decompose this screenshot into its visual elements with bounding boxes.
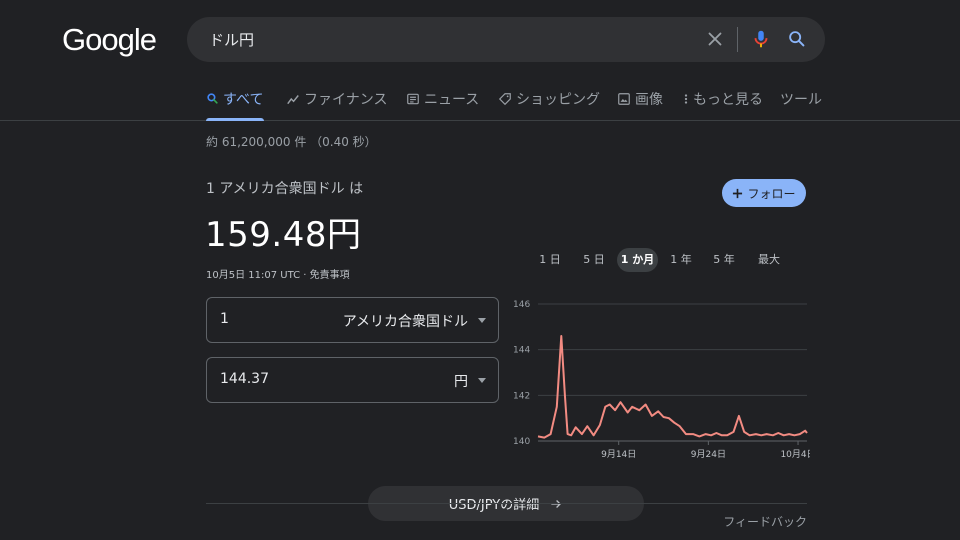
- range-1m[interactable]: 1 か月: [617, 248, 658, 272]
- image-icon: [618, 93, 630, 105]
- result-stats: 約 61,200,000 件 （0.40 秒）: [206, 135, 377, 149]
- search-input[interactable]: ドル円: [209, 29, 254, 50]
- tab-shopping[interactable]: ショッピング: [498, 89, 600, 121]
- tab-label: ニュース: [424, 92, 480, 108]
- conversion-label: 1 アメリカ合衆国ドル は: [206, 181, 364, 197]
- search-box[interactable]: ドル円: [187, 17, 825, 62]
- divider: [206, 503, 807, 504]
- search-divider: [737, 27, 738, 52]
- tab-tools[interactable]: ツール: [780, 89, 822, 121]
- from-amount-input[interactable]: 1: [220, 311, 229, 327]
- y-tick-label: 144: [513, 346, 530, 356]
- range-max[interactable]: 最大: [751, 248, 787, 272]
- google-logo[interactable]: Google: [62, 22, 157, 58]
- search-icon[interactable]: [786, 28, 808, 50]
- series-line: [537, 335, 808, 439]
- chart-range-selector: 1 日 5 日 1 か月 1 年 5 年 最大: [530, 248, 810, 272]
- to-currency-select[interactable]: 円: [454, 371, 468, 391]
- clear-icon[interactable]: [704, 28, 726, 50]
- news-icon: [407, 93, 419, 105]
- range-5y[interactable]: 5 年: [707, 248, 741, 272]
- tab-label: 画像: [635, 92, 663, 108]
- tag-icon: [498, 93, 511, 106]
- tab-more[interactable]: もっと見る: [683, 89, 763, 121]
- x-tick-label: 9月24日: [691, 449, 726, 460]
- tab-finance[interactable]: ファイナンス: [286, 89, 387, 121]
- tab-label: ツール: [780, 92, 822, 108]
- range-1d[interactable]: 1 日: [533, 248, 567, 272]
- exchange-rate-chart[interactable]: 146 144 142 140 9月14日 9月24日 10月4日: [505, 290, 810, 465]
- plus-icon: [733, 188, 743, 198]
- conversion-timestamp[interactable]: 10月5日 11:07 UTC · 免責事項: [206, 266, 350, 281]
- finance-icon: [287, 95, 299, 105]
- tab-news[interactable]: ニュース: [406, 89, 479, 121]
- tab-label: ファイナンス: [304, 92, 388, 108]
- to-amount-input[interactable]: 144.37: [220, 371, 269, 387]
- tab-all[interactable]: すべて: [206, 89, 264, 121]
- more-vert-icon: [684, 94, 688, 104]
- tab-label: ショッピング: [516, 92, 600, 108]
- follow-label: フォロー: [747, 186, 796, 201]
- from-currency-field[interactable]: 1 アメリカ合衆国ドル: [206, 297, 499, 343]
- microphone-icon[interactable]: [750, 28, 772, 50]
- search-tabs: すべて ファイナンス ニュース ショッピング 画像 もっと見る ツール: [0, 87, 960, 121]
- y-tick-label: 142: [513, 391, 530, 401]
- tab-images[interactable]: 画像: [617, 89, 663, 121]
- y-tick-label: 140: [513, 437, 530, 447]
- range-1y[interactable]: 1 年: [664, 248, 698, 272]
- tab-label: すべて: [223, 92, 264, 108]
- range-5d[interactable]: 5 日: [577, 248, 611, 272]
- y-tick-label: 146: [513, 300, 530, 310]
- follow-button[interactable]: フォロー: [722, 179, 806, 207]
- x-tick-label: 10月4日: [780, 449, 810, 460]
- conversion-value: 159.48円: [205, 215, 362, 255]
- feedback-link[interactable]: フィードバック: [723, 513, 807, 530]
- chevron-down-icon[interactable]: [478, 318, 486, 323]
- x-tick-label: 9月14日: [601, 449, 636, 460]
- to-currency-field[interactable]: 144.37 円: [206, 357, 499, 403]
- from-currency-select[interactable]: アメリカ合衆国ドル: [343, 311, 468, 331]
- chevron-down-icon[interactable]: [478, 378, 486, 383]
- tab-label: もっと見る: [693, 92, 763, 108]
- search-icon: [207, 93, 218, 104]
